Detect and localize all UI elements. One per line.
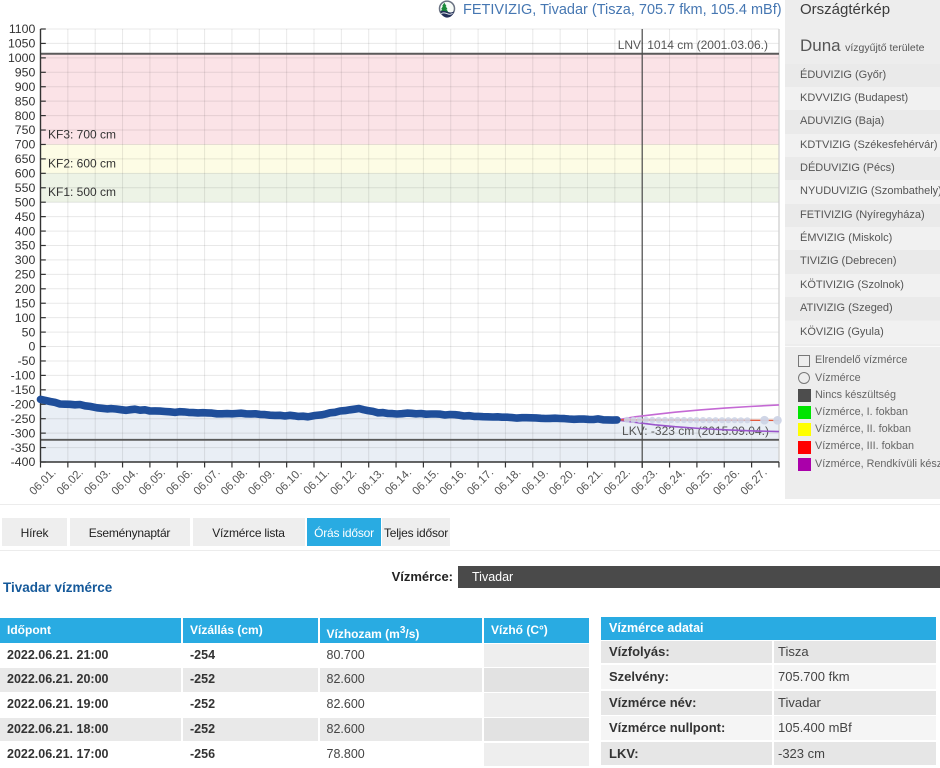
svg-text:150: 150 <box>15 296 36 310</box>
svg-text:-150: -150 <box>11 383 36 397</box>
svg-text:06.07.: 06.07. <box>192 467 223 498</box>
svg-text:06.24.: 06.24. <box>657 467 688 498</box>
svg-text:06.13.: 06.13. <box>356 467 387 498</box>
svg-text:KF2: 600 cm: KF2: 600 cm <box>48 156 116 170</box>
svg-text:300: 300 <box>15 253 36 267</box>
svg-text:06.20.: 06.20. <box>547 467 578 498</box>
svg-text:06.01.: 06.01. <box>28 467 59 498</box>
svg-text:KF3: 700 cm: KF3: 700 cm <box>48 128 116 142</box>
svg-text:400: 400 <box>15 224 36 238</box>
svg-text:0: 0 <box>28 340 35 354</box>
svg-text:600: 600 <box>15 167 36 181</box>
svg-text:650: 650 <box>15 152 36 166</box>
svg-text:100: 100 <box>15 311 36 325</box>
svg-text:-50: -50 <box>18 354 36 368</box>
svg-text:06.22.: 06.22. <box>602 467 633 498</box>
svg-text:06.12.: 06.12. <box>328 467 359 498</box>
svg-text:06.05.: 06.05. <box>137 467 168 498</box>
svg-text:06.19.: 06.19. <box>520 467 551 498</box>
svg-text:800: 800 <box>15 109 36 123</box>
svg-text:06.27.: 06.27. <box>739 467 770 498</box>
svg-text:06.26.: 06.26. <box>711 467 742 498</box>
svg-text:06.21.: 06.21. <box>575 467 606 498</box>
svg-text:06.25.: 06.25. <box>684 467 715 498</box>
svg-text:06.15.: 06.15. <box>410 467 441 498</box>
svg-text:1050: 1050 <box>8 37 36 51</box>
svg-text:250: 250 <box>15 268 36 282</box>
svg-text:06.06.: 06.06. <box>164 467 195 498</box>
svg-text:06.03.: 06.03. <box>82 467 113 498</box>
svg-text:LNV: 1014 cm (2001.03.06.): LNV: 1014 cm (2001.03.06.) <box>618 38 768 52</box>
svg-text:06.18.: 06.18. <box>493 467 524 498</box>
svg-text:-350: -350 <box>11 441 36 455</box>
svg-text:06.10.: 06.10. <box>274 467 305 498</box>
svg-text:950: 950 <box>15 66 36 80</box>
svg-text:06.11.: 06.11. <box>302 467 332 497</box>
svg-text:850: 850 <box>15 94 36 108</box>
svg-text:06.08.: 06.08. <box>219 467 250 498</box>
svg-text:700: 700 <box>15 138 36 152</box>
svg-text:500: 500 <box>15 195 36 209</box>
svg-text:1100: 1100 <box>9 22 36 36</box>
svg-text:-400: -400 <box>11 455 36 469</box>
svg-text:200: 200 <box>15 282 36 296</box>
svg-text:06.17.: 06.17. <box>465 467 496 498</box>
svg-text:450: 450 <box>15 210 36 224</box>
svg-text:06.16.: 06.16. <box>438 467 469 498</box>
svg-text:06.04.: 06.04. <box>110 467 141 498</box>
svg-text:350: 350 <box>15 239 36 253</box>
svg-text:-250: -250 <box>11 412 36 426</box>
svg-text:06.23.: 06.23. <box>629 467 660 498</box>
svg-text:900: 900 <box>15 80 36 94</box>
svg-text:750: 750 <box>15 123 36 137</box>
svg-text:-100: -100 <box>11 369 36 383</box>
svg-text:06.02.: 06.02. <box>55 467 86 498</box>
svg-text:06.14.: 06.14. <box>383 467 414 498</box>
svg-text:06.09.: 06.09. <box>246 467 277 498</box>
svg-text:-200: -200 <box>11 398 36 412</box>
svg-text:50: 50 <box>22 325 36 339</box>
svg-text:-300: -300 <box>11 426 36 440</box>
svg-text:1000: 1000 <box>8 51 36 65</box>
svg-text:KF1: 500 cm: KF1: 500 cm <box>48 185 116 199</box>
svg-text:550: 550 <box>15 181 36 195</box>
